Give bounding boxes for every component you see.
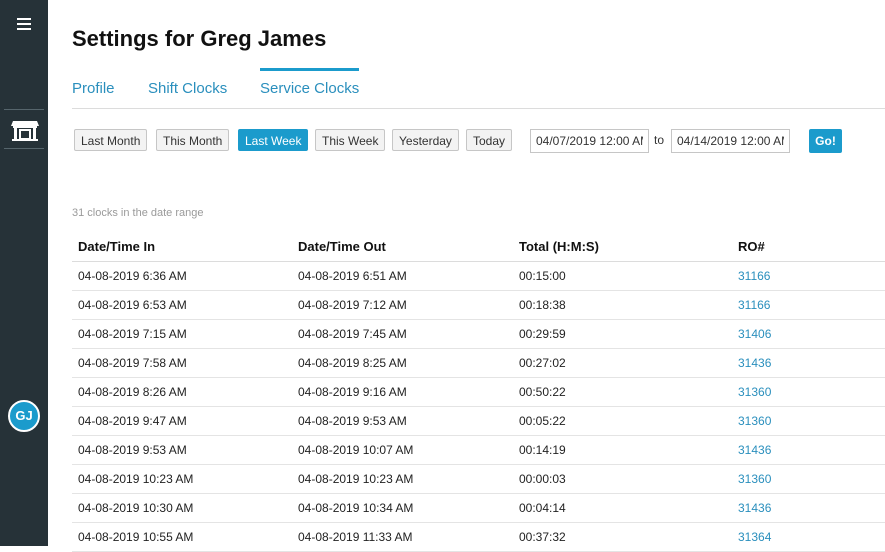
total-cell: 00:14:19 [513, 435, 732, 465]
start-date-input[interactable] [530, 129, 649, 153]
table-row: 04-08-2019 10:23 AM 04-08-2019 10:23 AM … [72, 464, 885, 494]
yesterday-button[interactable]: Yesterday [392, 129, 459, 151]
column-header-total[interactable]: Total (H:M:S) [513, 232, 732, 262]
last-month-button[interactable]: Last Month [74, 129, 148, 151]
sidebar: GJ [0, 0, 48, 546]
time-in-cell: 04-08-2019 6:53 AM [72, 290, 292, 320]
table-row: 04-08-2019 6:53 AM 04-08-2019 7:12 AM 00… [72, 290, 885, 320]
ro-link[interactable]: 31360 [732, 464, 885, 494]
time-out-cell: 04-08-2019 10:23 AM [292, 464, 513, 494]
ro-link[interactable]: 31364 [732, 522, 885, 552]
total-cell: 00:18:38 [513, 290, 732, 320]
time-in-cell: 04-08-2019 7:15 AM [72, 319, 292, 349]
table-body: 04-08-2019 6:36 AM 04-08-2019 6:51 AM 00… [72, 261, 885, 552]
time-in-cell: 04-08-2019 10:23 AM [72, 464, 292, 494]
date-filter-bar: Last Month This Month Last Week This Wee… [74, 129, 874, 153]
time-in-cell: 04-08-2019 6:36 AM [72, 261, 292, 291]
table-header-row: Date/Time In Date/Time Out Total (H:M:S)… [72, 232, 885, 262]
sidebar-divider [4, 148, 44, 149]
time-out-cell: 04-08-2019 11:33 AM [292, 522, 513, 552]
table-row: 04-08-2019 7:58 AM 04-08-2019 8:25 AM 00… [72, 348, 885, 378]
ro-link[interactable]: 31406 [732, 319, 885, 349]
total-cell: 00:27:02 [513, 348, 732, 378]
time-out-cell: 04-08-2019 9:53 AM [292, 406, 513, 436]
time-in-cell: 04-08-2019 10:55 AM [72, 522, 292, 552]
sidebar-divider [4, 109, 44, 110]
time-out-cell: 04-08-2019 10:07 AM [292, 435, 513, 465]
total-cell: 00:37:32 [513, 522, 732, 552]
clock-count-text: 31 clocks in the date range [72, 207, 204, 219]
today-button[interactable]: Today [466, 129, 513, 151]
ro-link[interactable]: 31436 [732, 348, 885, 378]
column-header-time-out[interactable]: Date/Time Out [292, 232, 513, 262]
ro-link[interactable]: 31360 [732, 406, 885, 436]
total-cell: 00:15:00 [513, 261, 732, 291]
service-clocks-table: Date/Time In Date/Time Out Total (H:M:S)… [72, 232, 885, 552]
table-row: 04-08-2019 10:30 AM 04-08-2019 10:34 AM … [72, 493, 885, 523]
time-out-cell: 04-08-2019 7:12 AM [292, 290, 513, 320]
tab-shift-clocks[interactable]: Shift Clocks [148, 80, 227, 97]
total-cell: 00:05:22 [513, 406, 732, 436]
tab-service-clocks[interactable]: Service Clocks [260, 68, 360, 97]
time-in-cell: 04-08-2019 8:26 AM [72, 377, 292, 407]
ro-link[interactable]: 31166 [732, 261, 885, 291]
column-header-time-in[interactable]: Date/Time In [72, 232, 292, 262]
total-cell: 00:04:14 [513, 493, 732, 523]
page-title: Settings for Greg James [72, 26, 327, 51]
table-row: 04-08-2019 9:53 AM 04-08-2019 10:07 AM 0… [72, 435, 885, 465]
time-in-cell: 04-08-2019 7:58 AM [72, 348, 292, 378]
total-cell: 00:50:22 [513, 377, 732, 407]
go-button[interactable]: Go! [809, 129, 842, 153]
ro-link[interactable]: 31166 [732, 290, 885, 320]
this-month-button[interactable]: This Month [156, 129, 230, 151]
time-out-cell: 04-08-2019 10:34 AM [292, 493, 513, 523]
hamburger-menu-icon[interactable] [17, 18, 31, 31]
table-row: 04-08-2019 10:55 AM 04-08-2019 11:33 AM … [72, 522, 885, 552]
to-label: to [654, 133, 665, 147]
total-cell: 00:00:03 [513, 464, 732, 494]
settings-tabs: Profile Shift Clocks Service Clocks [72, 68, 885, 109]
tab-profile[interactable]: Profile [72, 80, 115, 97]
time-in-cell: 04-08-2019 9:53 AM [72, 435, 292, 465]
user-avatar[interactable]: GJ [8, 400, 40, 432]
total-cell: 00:29:59 [513, 319, 732, 349]
time-out-cell: 04-08-2019 8:25 AM [292, 348, 513, 378]
time-in-cell: 04-08-2019 9:47 AM [72, 406, 292, 436]
column-header-ro[interactable]: RO# [732, 232, 885, 262]
last-week-button[interactable]: Last Week [238, 129, 309, 151]
end-date-input[interactable] [671, 129, 790, 153]
table-row: 04-08-2019 7:15 AM 04-08-2019 7:45 AM 00… [72, 319, 885, 349]
ro-link[interactable]: 31360 [732, 377, 885, 407]
table-row: 04-08-2019 9:47 AM 04-08-2019 9:53 AM 00… [72, 406, 885, 436]
time-out-cell: 04-08-2019 7:45 AM [292, 319, 513, 349]
ro-link[interactable]: 31436 [732, 435, 885, 465]
time-in-cell: 04-08-2019 10:30 AM [72, 493, 292, 523]
time-out-cell: 04-08-2019 6:51 AM [292, 261, 513, 291]
storefront-icon[interactable] [10, 116, 40, 142]
ro-link[interactable]: 31436 [732, 493, 885, 523]
table-row: 04-08-2019 8:26 AM 04-08-2019 9:16 AM 00… [72, 377, 885, 407]
this-week-button[interactable]: This Week [315, 129, 386, 151]
time-out-cell: 04-08-2019 9:16 AM [292, 377, 513, 407]
table-row: 04-08-2019 6:36 AM 04-08-2019 6:51 AM 00… [72, 261, 885, 291]
